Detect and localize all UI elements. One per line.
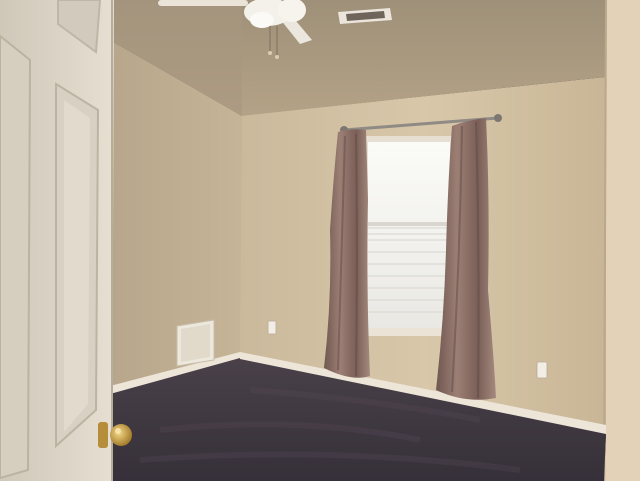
wall-vent [176, 319, 215, 367]
door-knob [98, 422, 132, 448]
right-door-frame [606, 0, 640, 481]
open-door [0, 0, 114, 481]
window [362, 136, 454, 336]
wall-outlet [267, 320, 277, 335]
wall-outlet [536, 361, 548, 379]
bedroom-photo [0, 0, 640, 481]
